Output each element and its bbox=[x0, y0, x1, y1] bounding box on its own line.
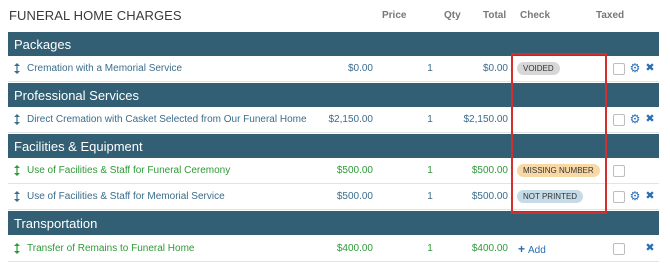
gear-icon[interactable]: ⚙ bbox=[629, 61, 641, 75]
taxed-checkbox[interactable] bbox=[613, 243, 625, 255]
section-title: Transportation bbox=[14, 216, 98, 231]
charge-row: Direct Cremation with Casket Selected fr… bbox=[8, 107, 659, 133]
section-title: Packages bbox=[14, 37, 72, 52]
item-total: $500.00 bbox=[471, 191, 508, 202]
column-header-check: Check bbox=[520, 10, 551, 21]
item-qty: 1 bbox=[427, 165, 433, 176]
section-header-facilities-equipment: Facilities & Equipment bbox=[8, 134, 659, 158]
charge-row: Cremation with a Memorial Service $0.00 … bbox=[8, 56, 659, 82]
item-name[interactable]: Transfer of Remains to Funeral Home bbox=[27, 243, 194, 254]
close-icon[interactable]: ✖ bbox=[645, 189, 655, 203]
taxed-checkbox[interactable] bbox=[613, 114, 625, 126]
taxed-checkbox[interactable] bbox=[613, 165, 625, 177]
item-total: $500.00 bbox=[471, 165, 508, 176]
section-title: Facilities & Equipment bbox=[14, 139, 143, 154]
charge-row: Transfer of Remains to Funeral Home $400… bbox=[8, 236, 659, 262]
drag-handle-icon[interactable] bbox=[14, 114, 20, 125]
drag-handle-icon[interactable] bbox=[14, 63, 20, 74]
funeral-home-charges-panel: FUNERAL HOME CHARGES Price Qty Total Che… bbox=[0, 0, 670, 263]
taxed-checkbox[interactable] bbox=[613, 63, 625, 75]
charge-row: Use of Facilities & Staff for Funeral Ce… bbox=[8, 158, 659, 184]
header-row: FUNERAL HOME CHARGES Price Qty Total Che… bbox=[0, 0, 670, 32]
item-total: $0.00 bbox=[482, 63, 508, 74]
close-icon[interactable]: ✖ bbox=[645, 112, 655, 126]
close-icon[interactable]: ✖ bbox=[645, 241, 655, 255]
section-header-packages: Packages bbox=[8, 32, 659, 56]
close-icon[interactable]: ✖ bbox=[645, 61, 655, 75]
add-check-link[interactable]: + Add bbox=[518, 242, 546, 256]
taxed-checkbox[interactable] bbox=[613, 191, 625, 203]
gear-icon[interactable]: ⚙ bbox=[629, 112, 641, 126]
page-title: FUNERAL HOME CHARGES bbox=[9, 8, 182, 23]
gear-icon[interactable]: ⚙ bbox=[629, 189, 641, 203]
column-header-qty: Qty bbox=[444, 10, 461, 21]
add-label: Add bbox=[528, 245, 546, 256]
drag-handle-icon[interactable] bbox=[14, 191, 20, 202]
item-price: $0.00 bbox=[347, 63, 373, 74]
item-name[interactable]: Use of Facilities & Staff for Memorial S… bbox=[27, 191, 225, 202]
item-price: $2,150.00 bbox=[328, 114, 374, 125]
section-header-professional-services: Professional Services bbox=[8, 83, 659, 107]
charge-row: Use of Facilities & Staff for Memorial S… bbox=[8, 184, 659, 210]
item-qty: 1 bbox=[427, 191, 433, 202]
column-header-price: Price bbox=[382, 10, 407, 21]
item-price: $500.00 bbox=[336, 191, 373, 202]
item-qty: 1 bbox=[427, 243, 433, 254]
section-title: Professional Services bbox=[14, 88, 139, 103]
item-price: $400.00 bbox=[336, 243, 373, 254]
status-badge: NOT PRINTED bbox=[517, 190, 584, 203]
item-qty: 1 bbox=[427, 114, 433, 125]
item-total: $400.00 bbox=[471, 243, 508, 254]
item-name[interactable]: Direct Cremation with Casket Selected fr… bbox=[27, 114, 307, 125]
drag-handle-icon[interactable] bbox=[14, 165, 20, 176]
item-price: $500.00 bbox=[336, 165, 373, 176]
column-header-total: Total bbox=[483, 10, 507, 21]
section-header-transportation: Transportation bbox=[8, 211, 659, 235]
status-badge: VOIDED bbox=[517, 62, 560, 75]
plus-icon: + bbox=[518, 242, 526, 256]
status-badge: MISSING NUMBER bbox=[517, 164, 600, 177]
item-qty: 1 bbox=[427, 63, 433, 74]
item-name[interactable]: Use of Facilities & Staff for Funeral Ce… bbox=[27, 165, 230, 176]
drag-handle-icon[interactable] bbox=[14, 243, 20, 254]
column-header-taxed: Taxed bbox=[596, 10, 625, 21]
item-name[interactable]: Cremation with a Memorial Service bbox=[27, 63, 182, 74]
item-total: $2,150.00 bbox=[463, 114, 509, 125]
